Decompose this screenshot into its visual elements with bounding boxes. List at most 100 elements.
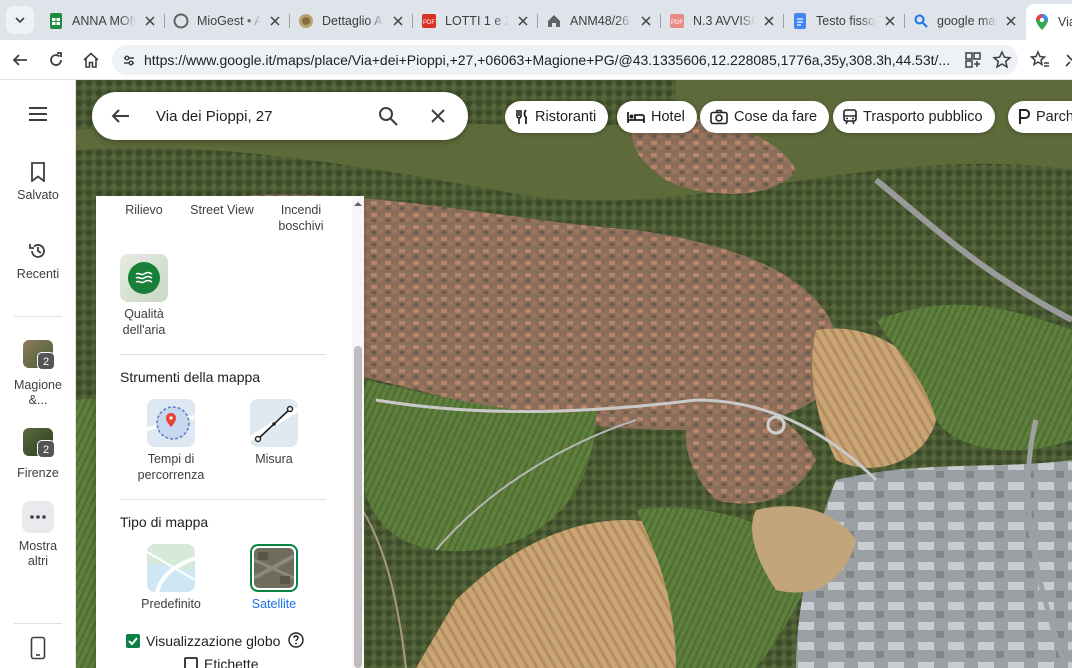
layer-streetview-label[interactable]: Street View [184,202,260,218]
panel-scrollbar[interactable] [352,196,364,668]
chevron-down-icon [15,17,25,24]
close-icon[interactable] [1003,13,1019,29]
close-icon[interactable] [882,13,898,29]
tab-avviso[interactable]: PDF N.3 AVVISO [661,6,783,36]
labels-label[interactable]: Etichette [204,656,258,668]
maptype-default-label[interactable]: Predefinito [130,596,212,612]
maptype-default-button[interactable] [147,544,195,592]
tab-anm48[interactable]: ANM48/26 - [538,6,660,36]
phone-icon [30,636,46,660]
scrollbar-thumb[interactable] [354,346,362,668]
install-app-icon[interactable] [964,51,982,74]
layer-wildfires-label[interactable]: Incendi boschivi [268,202,334,234]
reload-icon [50,52,62,66]
chip-parking[interactable]: Parch [1008,101,1072,133]
labels-checkbox[interactable] [184,657,198,668]
pin-icon [1065,54,1072,67]
close-icon[interactable] [267,13,283,29]
tab-maps-active[interactable]: Via [1026,4,1072,40]
train-icon [843,109,857,125]
chip-label: Hotel [651,109,685,125]
close-icon[interactable] [638,13,654,29]
rail-divider [14,316,62,317]
hamburger-menu-icon [29,107,47,121]
place-count-badge: 2 [37,352,55,370]
recent-place-firenze[interactable]: 2 Firenze [0,428,76,480]
close-icon[interactable] [142,13,158,29]
maps-pin-icon [1034,14,1050,30]
tab-anna-mon[interactable]: ANNA MON [40,6,164,36]
url-text[interactable]: https://www.google.it/maps/place/Via+dei… [144,52,954,68]
chip-things-to-do[interactable]: Cose da fare [700,101,830,133]
travel-time-label[interactable]: Tempi di percorrenza [130,451,212,483]
travel-time-tool-button[interactable] [147,399,195,447]
layers-panel: Rilievo Street View Incendi boschivi Qua… [96,196,364,668]
phone-button[interactable] [30,636,46,665]
recent-place-magione[interactable]: 2 Magione &... [0,340,76,408]
bookmarks-button[interactable] [1026,46,1054,74]
back-to-results-button[interactable] [110,106,130,131]
svg-text:PDF: PDF [423,20,435,26]
help-icon [288,632,304,648]
show-more-button[interactable]: Mostra altri [0,501,76,569]
close-icon[interactable] [515,13,531,29]
section-divider [120,354,326,355]
recent-button[interactable]: Recenti [0,241,76,281]
site-info-icon[interactable] [120,51,138,74]
globe-view-help-button[interactable] [288,632,304,653]
chip-restaurants[interactable]: Ristoranti [505,101,609,133]
chip-label: Parch [1036,109,1072,125]
search-button[interactable] [378,106,398,131]
saved-button[interactable]: Salvato [0,162,76,202]
clear-search-button[interactable] [430,108,446,129]
saved-label: Salvato [17,188,59,202]
tab-label: N.3 AVVISO [693,14,755,28]
browser-toolbar: https://www.google.it/maps/place/Via+dei… [0,40,1072,80]
bookmark-star-icon[interactable] [992,50,1012,75]
measure-distance-icon [250,399,298,447]
tab-miogest[interactable]: MioGest • A [165,6,289,36]
layer-air-quality-label[interactable]: Qualità dell'aria [110,306,178,338]
chip-public-transport[interactable]: Trasporto pubblico [833,101,995,133]
measure-tool-button[interactable] [250,399,298,447]
pdf-icon: PDF [421,13,437,29]
globe-view-label[interactable]: Visualizzazione globo [146,633,280,649]
chip-hotel[interactable]: Hotel [617,101,697,133]
sheets-icon [48,13,64,29]
tab-label: MioGest • A [197,14,261,28]
tab-lotti[interactable]: PDF LOTTI 1 e 2 F [413,6,537,36]
tab-search-button[interactable] [6,6,34,34]
pdf-icon: PDF [669,13,685,29]
close-icon[interactable] [761,13,777,29]
maptype-satellite-label[interactable]: Satellite [240,596,308,612]
tab-label: Testo fisso/t [816,14,876,28]
chip-label: Cose da fare [734,109,818,125]
recent-label: Recenti [16,267,60,281]
extensions-button[interactable] [1058,46,1072,74]
layer-air-quality-button[interactable] [120,254,168,302]
tab-google-map-search[interactable]: google map [905,6,1025,36]
default-map-thumbnail [147,544,195,592]
close-icon[interactable] [390,13,406,29]
more-horiz-icon [22,501,54,533]
home-button[interactable] [77,46,105,74]
measure-label[interactable]: Misura [240,451,308,467]
home-icon [83,52,99,68]
maptype-satellite-button[interactable] [250,544,298,592]
menu-button[interactable] [28,106,48,127]
tab-testo-fisso[interactable]: Testo fisso/t [784,6,904,36]
rail-divider [14,623,62,624]
reload-button[interactable] [42,46,70,74]
search-input[interactable] [156,104,366,128]
address-bar[interactable]: https://www.google.it/maps/place/Via+dei… [112,45,1018,75]
place-thumbnail: 2 [23,428,55,458]
close-icon [431,109,445,123]
svg-text:PDF: PDF [671,20,683,26]
globe-view-checkbox[interactable] [126,634,140,648]
satellite-map-thumbnail [254,548,294,588]
scroll-up-arrow-icon[interactable] [352,199,364,209]
layer-terrain-label[interactable]: Rilievo [116,202,172,218]
tab-dettaglio[interactable]: Dettaglio An [290,6,412,36]
back-button[interactable] [6,46,34,74]
map-tools-title: Strumenti della mappa [120,369,261,385]
